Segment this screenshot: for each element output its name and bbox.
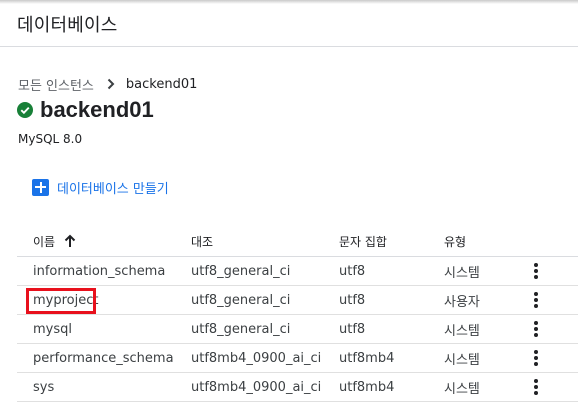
database-name-cell: sys: [33, 379, 55, 395]
type-cell: 사용자: [444, 294, 480, 310]
column-header-type: 유형: [444, 234, 467, 249]
page-title: 데이터베이스: [17, 15, 118, 36]
type-cell: 시스템: [444, 265, 480, 281]
collation-cell: utf8_general_ci: [191, 263, 291, 279]
database-name-cell: mysql: [33, 321, 72, 337]
check-circle-icon: [17, 102, 33, 118]
charset-cell: utf8mb4: [339, 350, 395, 366]
column-header-name[interactable]: 이름: [33, 226, 77, 256]
breadcrumb-current: backend01: [125, 76, 198, 92]
create-database-button[interactable]: 데이터베이스 만들기: [32, 177, 169, 197]
type-cell: 시스템: [444, 323, 480, 339]
row-actions: [526, 257, 546, 285]
more-vert-icon[interactable]: [526, 290, 546, 310]
charset-cell: utf8mb4: [339, 379, 395, 395]
plus-icon: [32, 178, 49, 196]
database-version: MySQL 8.0: [18, 132, 83, 146]
column-header-charset: 문자 집합: [339, 234, 387, 249]
charset-cell: utf8: [339, 263, 366, 279]
instance-title-row: backend01: [17, 97, 154, 123]
page: 데이터베이스 모든 인스턴스 backend01 backend01 MySQL…: [0, 0, 578, 418]
table-row: myproject utf8_general_ci utf8 사용자: [17, 286, 578, 315]
row-actions: [526, 373, 546, 401]
table-row: performance_schema utf8mb4_0900_ai_ci ut…: [17, 344, 578, 373]
databases-table: 이름 대조 문자 집합 유형 information_schema utf8_g…: [17, 226, 578, 402]
more-vert-icon[interactable]: [526, 319, 546, 339]
breadcrumb-all-instances[interactable]: 모든 인스턴스: [18, 75, 94, 94]
table-row: mysql utf8_general_ci utf8 시스템: [17, 315, 578, 344]
more-vert-icon[interactable]: [526, 261, 546, 281]
instance-name: backend01: [40, 97, 154, 122]
collation-cell: utf8mb4_0900_ai_ci: [191, 379, 322, 395]
row-actions: [526, 286, 546, 314]
row-actions: [526, 315, 546, 343]
column-header-collation: 대조: [191, 234, 214, 249]
type-cell: 시스템: [444, 352, 480, 368]
database-name-cell: information_schema: [33, 263, 166, 279]
more-vert-icon[interactable]: [526, 377, 546, 397]
table-header-row: 이름 대조 문자 집합 유형: [17, 226, 578, 257]
table-row: information_schema utf8_general_ci utf8 …: [17, 257, 578, 286]
page-header: 데이터베이스: [0, 0, 578, 47]
charset-cell: utf8: [339, 292, 366, 308]
database-name-cell: myproject: [33, 292, 99, 308]
row-actions: [526, 344, 546, 372]
database-name-cell: performance_schema: [33, 350, 174, 366]
collation-cell: utf8_general_ci: [191, 321, 291, 337]
arrow-up-icon: [64, 234, 76, 247]
table-row: sys utf8mb4_0900_ai_ci utf8mb4 시스템: [17, 373, 578, 402]
more-vert-icon[interactable]: [526, 348, 546, 368]
chevron-right-icon: [107, 78, 115, 90]
type-cell: 시스템: [444, 381, 480, 397]
collation-cell: utf8mb4_0900_ai_ci: [191, 350, 322, 366]
charset-cell: utf8: [339, 321, 366, 337]
breadcrumb: 모든 인스턴스 backend01: [18, 75, 198, 94]
collation-cell: utf8_general_ci: [191, 292, 291, 308]
create-database-label: 데이터베이스 만들기: [57, 181, 169, 197]
column-header-name-label: 이름: [33, 234, 56, 249]
